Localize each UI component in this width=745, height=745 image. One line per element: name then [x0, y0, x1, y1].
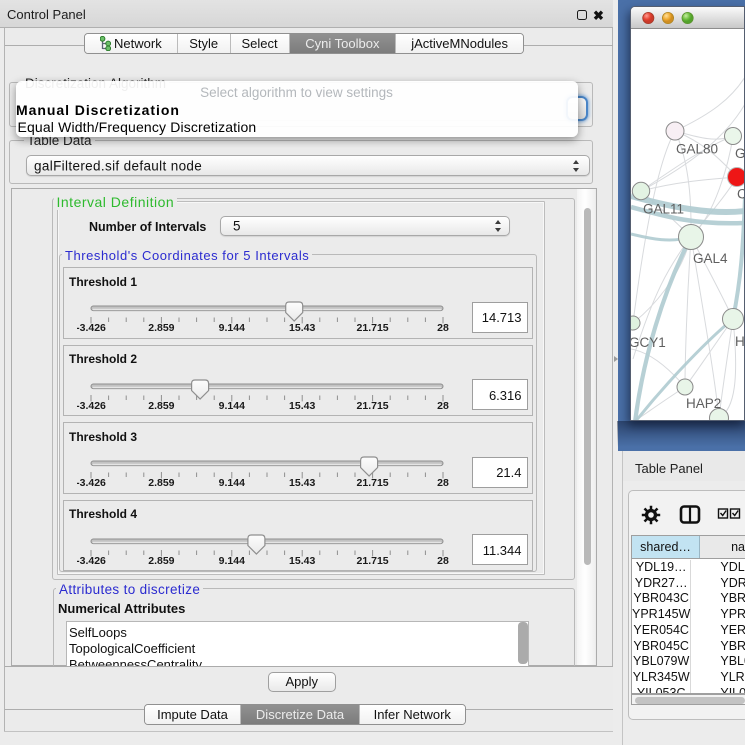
svg-text:-3.426: -3.426: [77, 554, 106, 566]
svg-text:C: C: [737, 187, 745, 202]
svg-text:21.715: 21.715: [357, 322, 389, 334]
svg-text:-3.426: -3.426: [77, 399, 106, 411]
svg-text:21.715: 21.715: [357, 554, 389, 566]
svg-text:15.43: 15.43: [289, 554, 315, 566]
svg-text:GCY1: GCY1: [631, 335, 666, 350]
svg-text:GAL4: GAL4: [693, 251, 728, 266]
svg-text:15.43: 15.43: [289, 322, 315, 334]
svg-text:21.715: 21.715: [357, 477, 389, 489]
svg-text:GAL80: GAL80: [676, 142, 718, 157]
svg-text:15.43: 15.43: [289, 477, 315, 489]
svg-text:28: 28: [437, 477, 449, 489]
svg-text:15.43: 15.43: [289, 399, 315, 411]
svg-text:2.859: 2.859: [148, 477, 174, 489]
svg-text:21.715: 21.715: [357, 399, 389, 411]
svg-text:28: 28: [437, 554, 449, 566]
svg-text:-3.426: -3.426: [77, 322, 106, 334]
svg-text:9.144: 9.144: [219, 399, 245, 411]
svg-text:9.144: 9.144: [219, 322, 245, 334]
svg-text:GAL11: GAL11: [643, 202, 684, 217]
svg-text:28: 28: [437, 399, 449, 411]
svg-text:28: 28: [437, 322, 449, 334]
svg-text:2.859: 2.859: [148, 322, 174, 334]
svg-text:2.859: 2.859: [148, 399, 174, 411]
svg-text:9.144: 9.144: [219, 554, 245, 566]
svg-text:2.859: 2.859: [148, 554, 174, 566]
svg-text:H: H: [735, 334, 745, 349]
svg-text:GA: GA: [735, 146, 745, 161]
svg-text:9.144: 9.144: [219, 477, 245, 489]
svg-text:-3.426: -3.426: [77, 477, 106, 489]
svg-text:HAP2: HAP2: [686, 396, 721, 411]
